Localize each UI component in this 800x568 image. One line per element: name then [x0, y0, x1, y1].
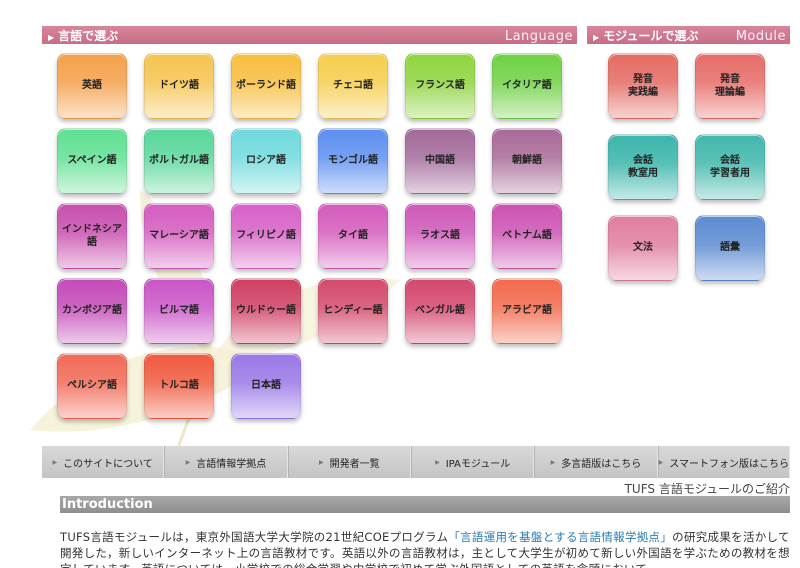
language-tile-label: ポルトガル語: [149, 155, 209, 167]
language-tile-label: マレーシア語: [149, 230, 209, 242]
language-tile[interactable]: ヒンディー語: [318, 278, 388, 344]
intro-text: TUFS言語モジュールは，東京外国語大学大学院の21世紀COEプログラム「言語運…: [60, 530, 790, 568]
module-tile-label: 発音 理論編: [715, 73, 745, 99]
language-tile-label: ペルシア語: [67, 380, 117, 392]
language-tile[interactable]: インドネシア語: [57, 203, 127, 269]
language-tile-label: チェコ語: [333, 80, 373, 92]
nav-developers[interactable]: ▶ 開発者一覧: [287, 446, 411, 478]
language-tile-label: カンボジア語: [62, 305, 122, 317]
language-tile[interactable]: カンボジア語: [57, 278, 127, 344]
module-tile[interactable]: 会話 教室用: [608, 134, 678, 200]
language-tile[interactable]: ポルトガル語: [144, 128, 214, 194]
intro-heading: Introduction: [60, 496, 790, 513]
language-tile[interactable]: 日本語: [231, 353, 301, 419]
language-tile[interactable]: ドイツ語: [144, 53, 214, 119]
footer-nav: ▶ このサイトについて ▶ 言語情報学拠点 ▶ 開発者一覧 ▶ IPAモジュール ▶ 多言…: [42, 446, 790, 478]
language-tile[interactable]: タイ語: [318, 203, 388, 269]
language-tile-label: タイ語: [338, 230, 368, 242]
nav-smartphone[interactable]: ▶ スマートフォン版はこちら: [657, 446, 790, 478]
language-tile[interactable]: フランス語: [405, 53, 475, 119]
language-tile-label: ビルマ語: [159, 305, 199, 317]
module-tile-label: 文法: [633, 242, 653, 254]
language-tile-label: スペイン語: [67, 155, 117, 167]
language-tile[interactable]: ベトナム語: [492, 203, 562, 269]
language-tile-label: ベンガル語: [415, 305, 465, 317]
language-tile[interactable]: ベンガル語: [405, 278, 475, 344]
language-tile[interactable]: スペイン語: [57, 128, 127, 194]
module-tile-label: 会話 教室用: [628, 154, 658, 180]
module-tile-label: 発音 実践編: [628, 73, 658, 99]
language-section-header: ▶ 言語で選ぶ Language: [42, 26, 577, 44]
intro-caption: TUFS 言語モジュールのご紹介: [624, 482, 790, 496]
language-tile-label: 中国語: [425, 155, 455, 167]
language-tile[interactable]: ペルシア語: [57, 353, 127, 419]
language-tile[interactable]: マレーシア語: [144, 203, 214, 269]
language-tile[interactable]: チェコ語: [318, 53, 388, 119]
module-tile[interactable]: 発音 理論編: [695, 53, 765, 119]
language-tile-label: アラビア語: [502, 305, 552, 317]
language-header-title: 言語で選ぶ: [58, 28, 119, 43]
language-tile-label: ウルドゥー語: [236, 305, 296, 317]
language-tile-label: ロシア語: [246, 155, 286, 167]
module-tile[interactable]: 発音 実践編: [608, 53, 678, 119]
language-tile-label: イタリア語: [502, 80, 552, 92]
language-tile[interactable]: イタリア語: [492, 53, 562, 119]
bullet-icon: ▶: [52, 458, 58, 466]
bullet-icon: ▶: [185, 458, 191, 466]
module-tile-label: 会話 学習者用: [710, 154, 750, 180]
language-tile-label: ポーランド語: [236, 80, 296, 92]
language-tile[interactable]: トルコ語: [144, 353, 214, 419]
module-section-header: ▶ モジュールで選ぶ Module: [587, 26, 790, 44]
language-tile-label: インドネシア語: [62, 223, 122, 249]
language-tile-label: フランス語: [415, 80, 465, 92]
language-tile-label: トルコ語: [159, 380, 199, 392]
module-tile[interactable]: 語彙: [695, 215, 765, 281]
nav-center[interactable]: ▶ 言語情報学拠点: [164, 446, 288, 478]
language-tile[interactable]: フィリピノ語: [231, 203, 301, 269]
bullet-icon: ▶: [435, 458, 440, 466]
language-tile-label: ドイツ語: [159, 80, 199, 92]
language-tile-label: フィリピノ語: [236, 230, 296, 242]
language-tile[interactable]: モンゴル語: [318, 128, 388, 194]
language-header-en: Language: [504, 29, 573, 44]
coe-link[interactable]: 「言語運用を基盤とする言語情報学拠点」: [448, 530, 672, 544]
language-tile[interactable]: ビルマ語: [144, 278, 214, 344]
bullet-icon: ▶: [658, 458, 664, 466]
language-tile[interactable]: ポーランド語: [231, 53, 301, 119]
nav-multilingual[interactable]: ▶ 多言語版はこちら: [534, 446, 658, 478]
module-header-title: モジュールで選ぶ: [603, 28, 699, 43]
language-tile[interactable]: ロシア語: [231, 128, 301, 194]
language-tile[interactable]: ウルドゥー語: [231, 278, 301, 344]
nav-about[interactable]: ▶ このサイトについて: [42, 446, 165, 478]
language-tile-label: ヒンディー語: [323, 305, 383, 317]
language-tile[interactable]: 英語: [57, 53, 127, 119]
bullet-icon: ▶: [319, 458, 324, 466]
triangle-right-icon: ▶: [593, 32, 600, 42]
language-tile-label: ベトナム語: [502, 230, 552, 242]
nav-ipa[interactable]: ▶ IPAモジュール: [410, 446, 535, 478]
module-tile[interactable]: 文法: [608, 215, 678, 281]
language-tile-label: 朝鮮語: [512, 155, 542, 167]
language-tile-label: モンゴル語: [328, 155, 378, 167]
language-tile[interactable]: アラビア語: [492, 278, 562, 344]
triangle-right-icon: ▶: [48, 32, 55, 42]
language-tile-label: 日本語: [251, 380, 281, 392]
language-tile[interactable]: ラオス語: [405, 203, 475, 269]
module-header-en: Module: [735, 29, 786, 44]
language-tile-label: 英語: [82, 80, 102, 92]
language-tile[interactable]: 朝鮮語: [492, 128, 562, 194]
language-tile[interactable]: 中国語: [405, 128, 475, 194]
language-tile-label: ラオス語: [420, 230, 460, 242]
module-tile-label: 語彙: [720, 242, 740, 254]
bullet-icon: ▶: [550, 458, 556, 466]
module-tile[interactable]: 会話 学習者用: [695, 134, 765, 200]
